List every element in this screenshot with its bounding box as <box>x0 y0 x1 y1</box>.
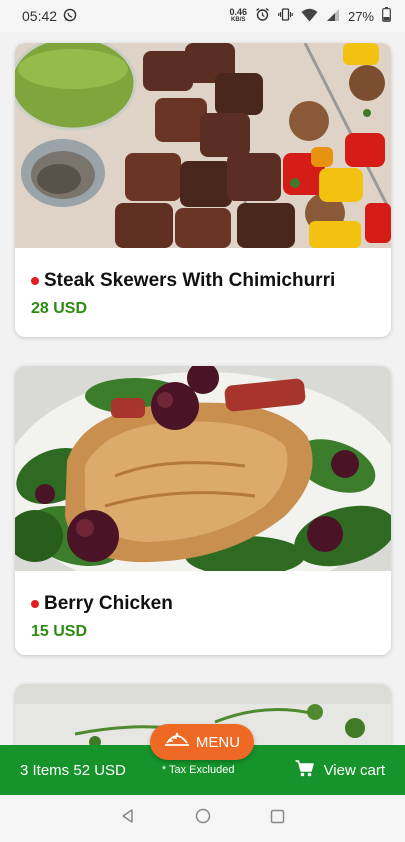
network-speed-unit: KB/S <box>231 17 246 23</box>
home-icon <box>195 808 211 829</box>
dish-photo-steak-skewers[interactable] <box>15 43 391 248</box>
home-button[interactable] <box>188 804 218 834</box>
network-speed-value: 0.46 <box>229 7 247 17</box>
back-button[interactable] <box>113 804 143 834</box>
menu-button[interactable]: MENU <box>150 724 254 760</box>
dish-card-steak-skewers[interactable]: Steak Skewers With Chimichurri 28 USD <box>15 43 391 337</box>
dish-card-berry-chicken[interactable]: Berry Chicken 15 USD - 2 + <box>15 366 391 655</box>
dish-name-row: Berry Chicken <box>31 593 375 615</box>
network-speed: 0.46 KB/S <box>229 8 247 24</box>
dish-info: Berry Chicken 15 USD - 2 + <box>15 593 391 655</box>
cart-summary: 3 Items 52 USD <box>20 761 126 779</box>
recents-icon <box>270 809 285 829</box>
signal-icon <box>326 8 340 25</box>
dish-price: 15 USD <box>31 623 88 640</box>
dish-info: Steak Skewers With Chimichurri 28 USD <box>15 270 391 318</box>
status-time: 05:42 <box>22 8 58 24</box>
system-nav-bar <box>0 795 405 842</box>
dish-name-row: Steak Skewers With Chimichurri <box>31 270 375 292</box>
status-bar: 05:42 0.46 KB/S 27% <box>0 0 405 32</box>
cart-icon <box>295 759 314 781</box>
back-icon <box>120 808 136 829</box>
availability-dot <box>31 277 39 285</box>
food-tray-icon <box>164 731 190 753</box>
battery-icon <box>382 7 391 25</box>
availability-dot <box>31 600 39 608</box>
dish-feed[interactable]: Steak Skewers With Chimichurri 28 USD Be… <box>0 32 405 745</box>
view-cart-button[interactable]: View cart <box>295 759 385 781</box>
whatsapp-icon <box>63 8 77 25</box>
alarm-icon <box>255 7 270 25</box>
dish-name: Berry Chicken <box>44 593 173 614</box>
dish-photo-berry-chicken[interactable] <box>15 366 391 571</box>
wifi-icon <box>301 8 318 25</box>
view-cart-label: View cart <box>323 761 385 779</box>
menu-button-label: MENU <box>195 733 241 751</box>
battery-percent: 27% <box>347 8 374 24</box>
recents-button[interactable] <box>263 804 293 834</box>
vibrate-icon <box>278 7 293 25</box>
dish-name: Steak Skewers With Chimichurri <box>44 270 336 291</box>
dish-price: 28 USD <box>31 300 88 317</box>
tax-note: * Tax Excluded <box>161 764 235 776</box>
